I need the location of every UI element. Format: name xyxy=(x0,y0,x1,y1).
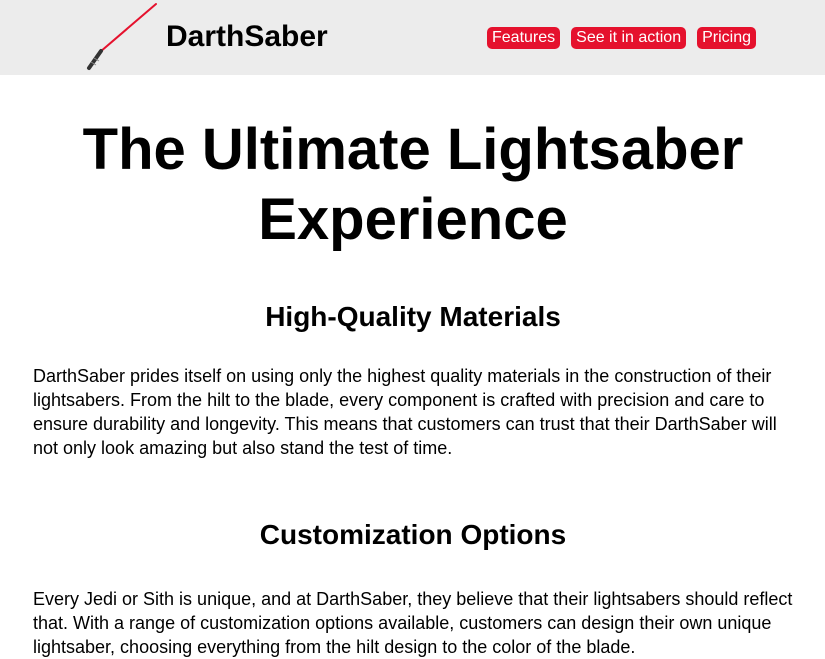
section-body-materials: DarthSaber prides itself on using only t… xyxy=(33,366,777,458)
lightsaber-icon[interactable] xyxy=(86,2,160,72)
main-nav: Features See it in action Pricing xyxy=(487,27,756,49)
section-body-customization: Every Jedi or Sith is unique, and at Dar… xyxy=(33,589,793,657)
nav-link-see-it-in-action[interactable]: See it in action xyxy=(571,27,687,49)
section-title-materials: High-Quality Materials xyxy=(265,301,561,332)
site-header: DarthSaber Features See it in action Pri… xyxy=(0,0,825,75)
brand-name[interactable]: DarthSaber xyxy=(166,19,328,55)
nav-link-pricing[interactable]: Pricing xyxy=(697,27,756,49)
page-title: The Ultimate Lightsaber Experience xyxy=(82,117,744,252)
main-content: The Ultimate Lightsaber Experience High-… xyxy=(33,75,793,659)
section-title-customization: Customization Options xyxy=(259,519,567,550)
nav-link-features[interactable]: Features xyxy=(487,27,561,49)
